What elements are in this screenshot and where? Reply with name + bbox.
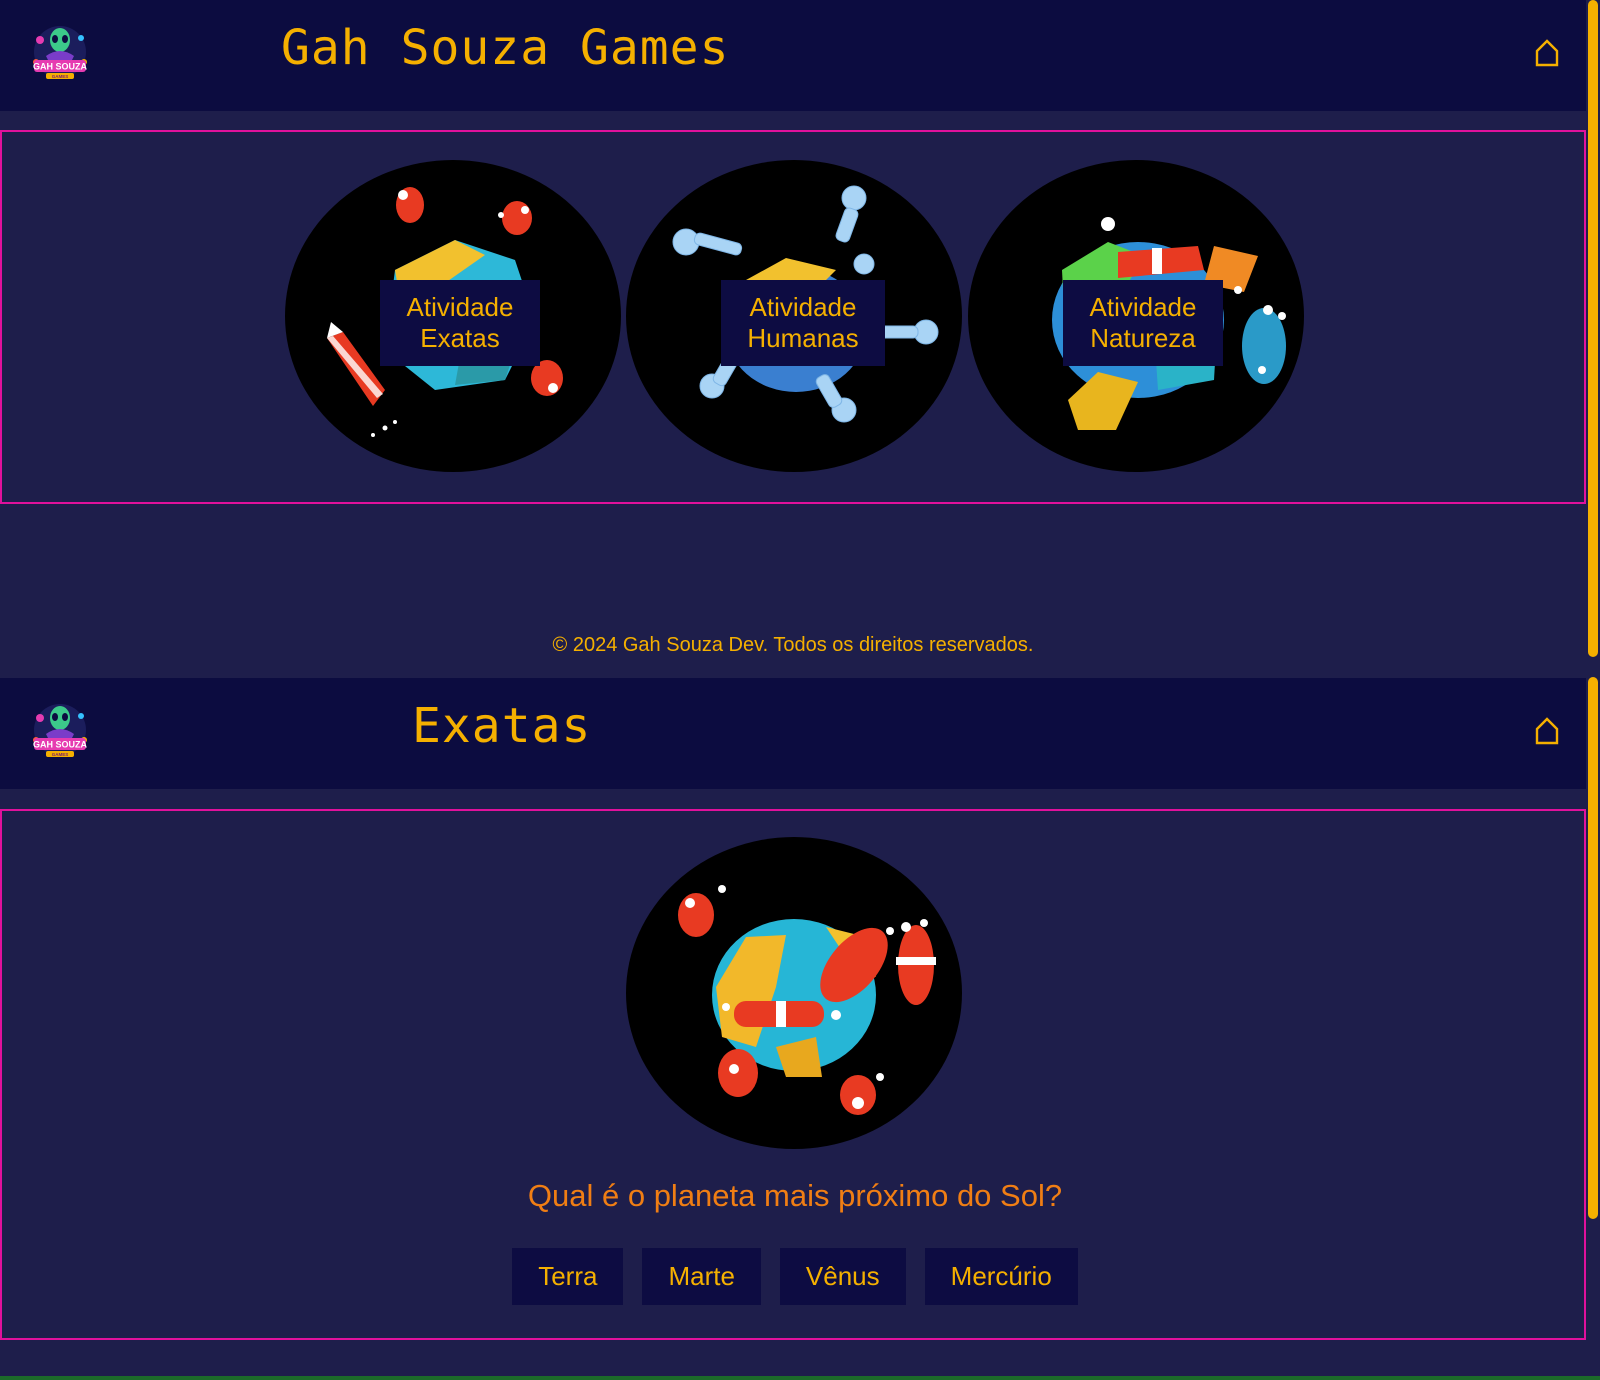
home-icon[interactable] [1534,716,1560,746]
home-header: GAH SOUZA GAMES Gah Souza Games [0,0,1586,111]
activity-natureza-label-2: Natureza [1090,323,1196,353]
quiz-question: Qual é o planeta mais próximo do Sol? [527,1178,1063,1213]
bottom-strip [0,1376,1600,1380]
activity-natureza-button[interactable]: Atividade Natureza [1063,280,1223,366]
logo-subtext: GAMES [52,74,69,79]
gah-souza-logo[interactable]: GAH SOUZA GAMES [26,700,94,762]
answer-options: Terra Marte Vênus Mercúrio [2,1248,1588,1305]
answer-marte-button[interactable]: Marte [642,1248,761,1305]
activity-humanas-button[interactable]: Atividade Humanas [721,280,885,366]
activities-panel: Atividade Exatas Atividade Humanas Ativi… [0,130,1586,504]
activity-humanas-label-1: Atividade [749,292,857,322]
site-title: Gah Souza Games [281,20,730,76]
answer-terra-button[interactable]: Terra [512,1248,624,1305]
scrollbar-thumb-top[interactable] [1588,0,1598,657]
activity-natureza-label-1: Atividade [1089,292,1197,322]
scrollbar-thumb-bottom[interactable] [1588,677,1598,1219]
gah-souza-logo[interactable]: GAH SOUZA GAMES [26,22,94,84]
activity-exatas-label-2: Exatas [420,323,500,353]
activity-humanas-label-2: Humanas [747,323,859,353]
logo-text: GAH SOUZA [33,62,88,72]
exatas-planet-image [626,837,962,1149]
logo-text: GAH SOUZA [33,740,88,750]
home-icon[interactable] [1534,38,1560,68]
answer-venus-button[interactable]: Vênus [779,1248,906,1305]
page-title: Exatas [412,698,592,754]
activity-exatas-label-1: Atividade [406,292,514,322]
exatas-header: GAH SOUZA GAMES Exatas [0,678,1586,789]
activity-exatas-button[interactable]: Atividade Exatas [380,280,540,366]
footer-copyright: © 2024 Gah Souza Dev. Todos os direitos … [552,634,1034,656]
quiz-panel: Qual é o planeta mais próximo do Sol? Te… [0,809,1586,1340]
logo-subtext: GAMES [52,752,69,757]
answer-mercurio-button[interactable]: Mercúrio [924,1248,1078,1305]
